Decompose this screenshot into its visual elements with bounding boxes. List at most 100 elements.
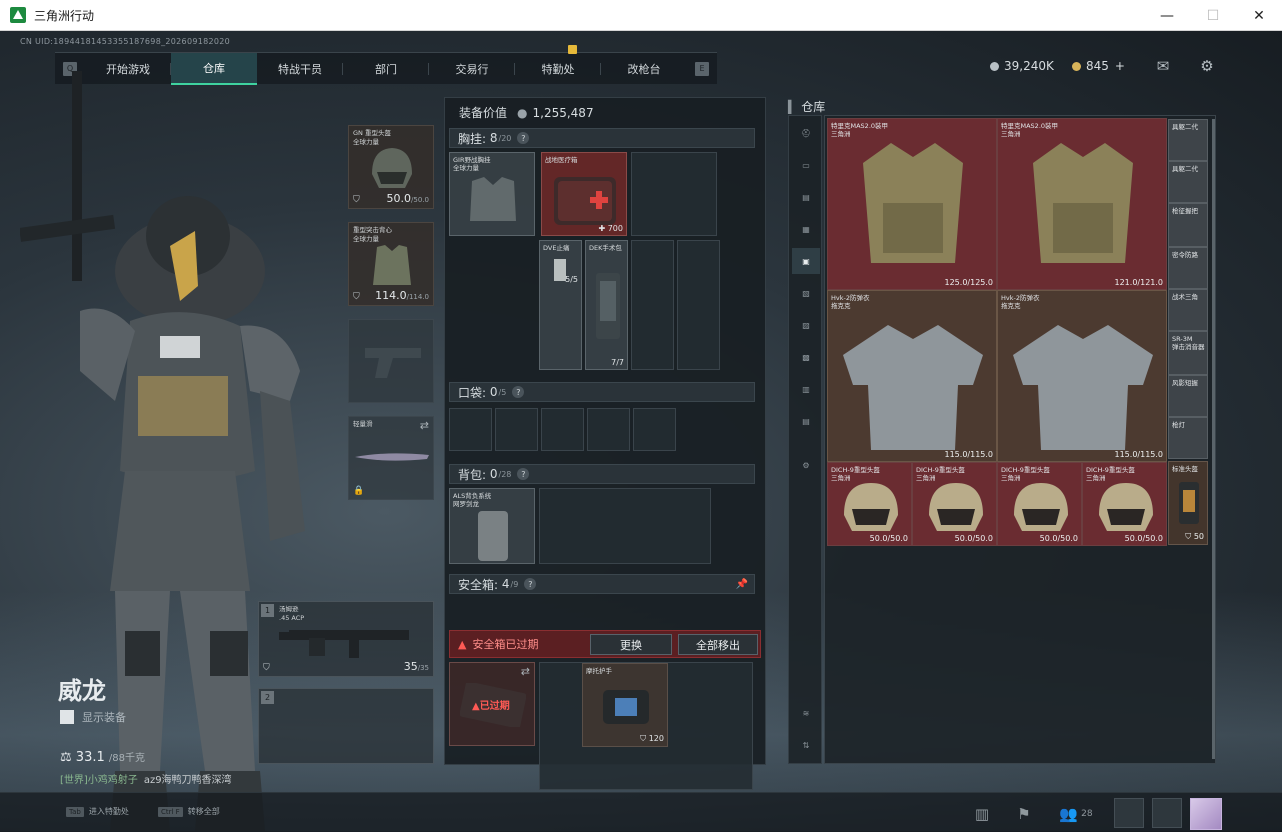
- friends-button[interactable]: 👥 28: [1054, 800, 1098, 828]
- secondary-weapon-slot[interactable]: 2: [258, 688, 434, 764]
- safebox-grid[interactable]: 摩托护手 ⛉ 120: [539, 662, 753, 790]
- ammo-filter-icon[interactable]: ▤: [792, 184, 820, 210]
- layers-icon[interactable]: ≋: [792, 700, 820, 726]
- helmet-filter-icon[interactable]: ⛑: [792, 120, 820, 146]
- safebox-item[interactable]: 摩托护手 ⛉ 120: [582, 663, 668, 747]
- swap-icon[interactable]: ⇄: [420, 419, 429, 432]
- weight-value: 33.1: [75, 750, 105, 765]
- stats-icon[interactable]: ▥: [968, 800, 996, 828]
- warehouse-title-text: 仓库: [801, 100, 826, 114]
- avatar[interactable]: [1190, 798, 1222, 830]
- show-equipment-toggle[interactable]: 显示装备: [60, 709, 126, 725]
- attachment-filter-icon[interactable]: ▦: [792, 216, 820, 242]
- helmet-slot[interactable]: GN 重型头盔 全球力量 ⛉ 50.0/50.0: [348, 125, 434, 209]
- pocket-slot[interactable]: [495, 408, 538, 451]
- pistol-slot[interactable]: [348, 319, 434, 403]
- medical-filter-icon[interactable]: ▧: [792, 280, 820, 306]
- bond-balance[interactable]: 845 +: [1072, 59, 1125, 73]
- help-icon[interactable]: ?: [512, 386, 525, 398]
- mail-icon[interactable]: ✉: [1153, 56, 1173, 76]
- item-label: ALS背负系统 网罗剑龙: [453, 492, 492, 508]
- chest-slot[interactable]: [677, 240, 720, 370]
- tab-trade[interactable]: 交易行: [429, 53, 515, 85]
- item-label: 密令防路: [1172, 251, 1198, 259]
- team-slot[interactable]: [1114, 798, 1144, 828]
- swap-safebox-button[interactable]: 更换: [590, 634, 672, 655]
- safebox-slot[interactable]: ⇄ ▲已过期: [449, 662, 535, 746]
- item-durability: 115.0/115.0: [1114, 450, 1164, 459]
- durability-icon: ⛉: [353, 292, 360, 302]
- chest-slot[interactable]: [631, 240, 674, 370]
- tab-gunsmith[interactable]: 改枪台: [601, 53, 687, 85]
- close-button[interactable]: ✕: [1236, 0, 1282, 31]
- swap-icon[interactable]: ⇄: [521, 665, 530, 678]
- minimize-button[interactable]: —: [1144, 0, 1190, 31]
- add-bond-button[interactable]: +: [1115, 59, 1125, 73]
- pin-icon[interactable]: 📌: [736, 579, 748, 590]
- tab-label: 改枪台: [627, 62, 661, 76]
- backpack-item[interactable]: ALS背负系统 网罗剑龙: [449, 488, 535, 564]
- world-chat[interactable]: [世界]小鸡鸡射子 az9海鸭刀鸭香深湾: [60, 771, 232, 786]
- warehouse-item[interactable]: 特里克MAS2.0装甲 三角洲 121.0/121.0: [997, 118, 1167, 290]
- warehouse-small-item[interactable]: SR-3M 弹击消音器: [1168, 331, 1208, 375]
- tab-department[interactable]: 部门: [343, 53, 429, 85]
- warehouse-item[interactable]: Hvk-2防弹衣 拖克克 115.0/115.0: [827, 290, 997, 462]
- weapon-filter-icon[interactable]: ▭: [792, 152, 820, 178]
- hint-special-ops[interactable]: Tab 进入特勤处: [66, 806, 129, 817]
- warehouse-item[interactable]: Hvk-2防弹衣 拖克克 115.0/115.0: [997, 290, 1167, 462]
- team-slot[interactable]: [1152, 798, 1182, 828]
- pocket-slot[interactable]: [449, 408, 492, 451]
- key-filter-icon[interactable]: ▥: [792, 376, 820, 402]
- painkiller-item[interactable]: DVE止痛 5/5: [539, 240, 582, 370]
- melee-slot[interactable]: 轻量滑 ⇄ 🔒: [348, 416, 434, 500]
- warehouse-item[interactable]: DICH-9重型头盔 三角洲 50.0/50.0: [827, 462, 912, 546]
- backpack-grid[interactable]: [539, 488, 711, 564]
- weight-icon: ⚖: [60, 750, 76, 765]
- warehouse-small-item[interactable]: 枪灯: [1168, 417, 1208, 459]
- warehouse-small-item[interactable]: 具躯二代: [1168, 119, 1208, 161]
- loadout-panel: 装备价值 ● 1,255,487 胸挂: 8/20? GIR野战胸挂 全球力量 …: [444, 97, 766, 790]
- tab-special-ops[interactable]: 特勤处: [515, 44, 601, 85]
- warehouse-item[interactable]: DICH-9重型头盔 三角洲 50.0/50.0: [912, 462, 997, 546]
- primary-weapon-slot[interactable]: 1 汤姆逊 .45 ACP ⛉ 35/35: [258, 601, 434, 677]
- expired-badge: ▲已过期: [472, 701, 510, 712]
- misc-filter-icon[interactable]: ▨: [792, 312, 820, 338]
- warehouse-item[interactable]: DICH-9重型头盔 三角洲 50.0/50.0: [997, 462, 1082, 546]
- checkbox[interactable]: [60, 710, 74, 724]
- hint-transfer-all[interactable]: Ctrl F 转移全部: [158, 806, 220, 817]
- move-all-button[interactable]: 全部移出: [678, 634, 758, 655]
- safebox-header: 安全箱: 4/9? 📌: [449, 574, 755, 594]
- warehouse-small-item[interactable]: 战术三角: [1168, 289, 1208, 331]
- warehouse-small-item[interactable]: 具躯二代: [1168, 161, 1208, 203]
- container-filter-icon[interactable]: ▤: [792, 408, 820, 434]
- section-count: 4: [501, 577, 510, 591]
- flag-icon[interactable]: ⚑: [1010, 800, 1038, 828]
- gear-icon[interactable]: ⚙: [792, 452, 820, 478]
- surgery-kit-item[interactable]: DEK手术包 7/7: [585, 240, 628, 370]
- sort-icon[interactable]: ⇅: [792, 732, 820, 758]
- equipment-filter-icon[interactable]: ▣: [792, 248, 820, 274]
- pocket-slot[interactable]: [541, 408, 584, 451]
- maximize-button[interactable]: ☐: [1190, 0, 1236, 31]
- warehouse-small-item[interactable]: 密令防路: [1168, 247, 1208, 289]
- section-max: /9: [510, 579, 519, 589]
- gear-icon[interactable]: ⚙: [1197, 56, 1217, 76]
- durability-icon: ⛉: [353, 195, 360, 205]
- chest-slot[interactable]: [631, 152, 717, 236]
- chest-rig-item[interactable]: GIR野战胸挂 全球力量: [449, 152, 535, 236]
- help-icon[interactable]: ?: [524, 578, 537, 590]
- nav-next-key[interactable]: E: [695, 61, 709, 76]
- tool-filter-icon[interactable]: ▩: [792, 344, 820, 370]
- medkit-item[interactable]: 战地医疗箱 ✚ 700: [541, 152, 627, 236]
- help-icon[interactable]: ?: [517, 132, 530, 144]
- warehouse-item[interactable]: DICH-9重型头盔 三角洲 50.0/50.0: [1082, 462, 1167, 546]
- armor-slot[interactable]: 重型突击背心 全球力量 ⛉ 114.0/114.0: [348, 222, 434, 306]
- warehouse-small-item[interactable]: 风影短握: [1168, 375, 1208, 417]
- warehouse-scrollbar[interactable]: [1212, 119, 1215, 759]
- warehouse-item[interactable]: 特里克MAS2.0装甲 三角洲 125.0/125.0: [827, 118, 997, 290]
- pocket-slot[interactable]: [587, 408, 630, 451]
- warehouse-small-item[interactable]: 标准头盔 ⛉ 50: [1168, 461, 1208, 545]
- pocket-slot[interactable]: [633, 408, 676, 451]
- warehouse-small-item[interactable]: 枪征握把: [1168, 203, 1208, 247]
- help-icon[interactable]: ?: [517, 468, 530, 480]
